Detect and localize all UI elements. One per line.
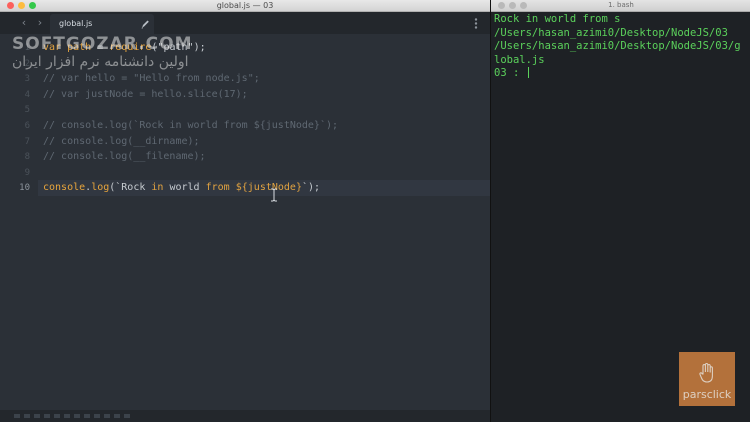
code-line[interactable]: // console.log(__filename); (43, 149, 206, 165)
editor-titlebar[interactable]: global.js — 03 (0, 0, 490, 12)
logo-text: parsclick (682, 388, 732, 401)
terminal-cursor (527, 67, 529, 78)
code-line[interactable]: console.log(`Rock in world from ${justNo… (43, 180, 320, 196)
code-token: world (163, 182, 206, 194)
code-line[interactable]: // console.log(`Rock in world from ${jus… (43, 118, 338, 134)
code-line[interactable]: // console.log(__dirname); (43, 134, 200, 150)
watermark-site: SOFTGOZAR.COM (12, 34, 193, 54)
code-token: // console.log(__filename); (43, 151, 206, 163)
terminal-prompt-line[interactable]: 03 : (494, 67, 748, 81)
terminal-line: Rock in world from s (494, 13, 621, 25)
watermark-tagline: اولین دانشنامه نرم افزار ایران (12, 54, 189, 70)
text-cursor-icon (271, 188, 277, 202)
terminal-prompt: 03 : (494, 67, 526, 79)
code-token: (`Rock (109, 182, 152, 194)
terminal-line: /Users/hasan_azimi0/Desktop/NodeJS/03/g (494, 40, 741, 52)
code-token: // var hello = "Hello from node.js"; (43, 73, 260, 85)
tab-label: global.js (59, 19, 93, 28)
hand-cursor-icon (699, 362, 713, 383)
terminal-output[interactable]: Rock in world from s /Users/hasan_azimi0… (494, 13, 748, 81)
code-token: ${justNode} (235, 182, 302, 194)
line-number: 7 (24, 136, 30, 147)
code-line[interactable]: // var hello = "Hello from node.js"; (43, 71, 260, 87)
code-token: log (91, 182, 110, 194)
line-number: 9 (24, 167, 30, 178)
code-token: // console.log(`Rock in world from ${jus… (43, 120, 339, 131)
more-vertical-icon[interactable] (472, 17, 480, 30)
terminal-line: lobal.js (494, 53, 545, 66)
chevron-right-icon[interactable]: › (34, 16, 46, 30)
chevron-left-icon[interactable]: ‹ (18, 16, 30, 30)
editor-tab-bar: ‹ › global.js (0, 12, 490, 34)
line-number: 5 (24, 105, 30, 116)
line-number: 6 (24, 121, 30, 131)
code-token: `); (301, 182, 321, 194)
line-number: 8 (24, 152, 30, 163)
code-token: in (151, 182, 164, 194)
status-indicator (14, 414, 134, 418)
code-token: ); (193, 42, 206, 53)
line-number: 4 (24, 89, 30, 100)
code-token: // console.log(__dirname); (43, 135, 200, 147)
line-number: 3 (24, 74, 30, 85)
code-token: // var justNode = hello.slice(17); (43, 88, 248, 100)
line-number-gutter: 1 2 3 4 5 6 7 8 9 10 (0, 34, 38, 422)
parsclick-logo: parsclick (679, 352, 735, 406)
code-token: console (43, 182, 86, 194)
terminal-line: /Users/hasan_azimi0/Desktop/NodeJS/03 (494, 26, 728, 39)
pencil-icon (141, 20, 149, 29)
code-token: from (205, 182, 230, 194)
terminal-titlebar[interactable]: 1. bash (491, 0, 750, 12)
line-number: 10 (19, 183, 30, 194)
tab-global-js[interactable]: global.js (50, 14, 154, 34)
editor-status-bar (0, 410, 490, 422)
code-line[interactable]: // var justNode = hello.slice(17); (43, 87, 248, 103)
editor-window-title: global.js — 03 (216, 1, 274, 10)
terminal-title: 1. bash (608, 1, 634, 9)
